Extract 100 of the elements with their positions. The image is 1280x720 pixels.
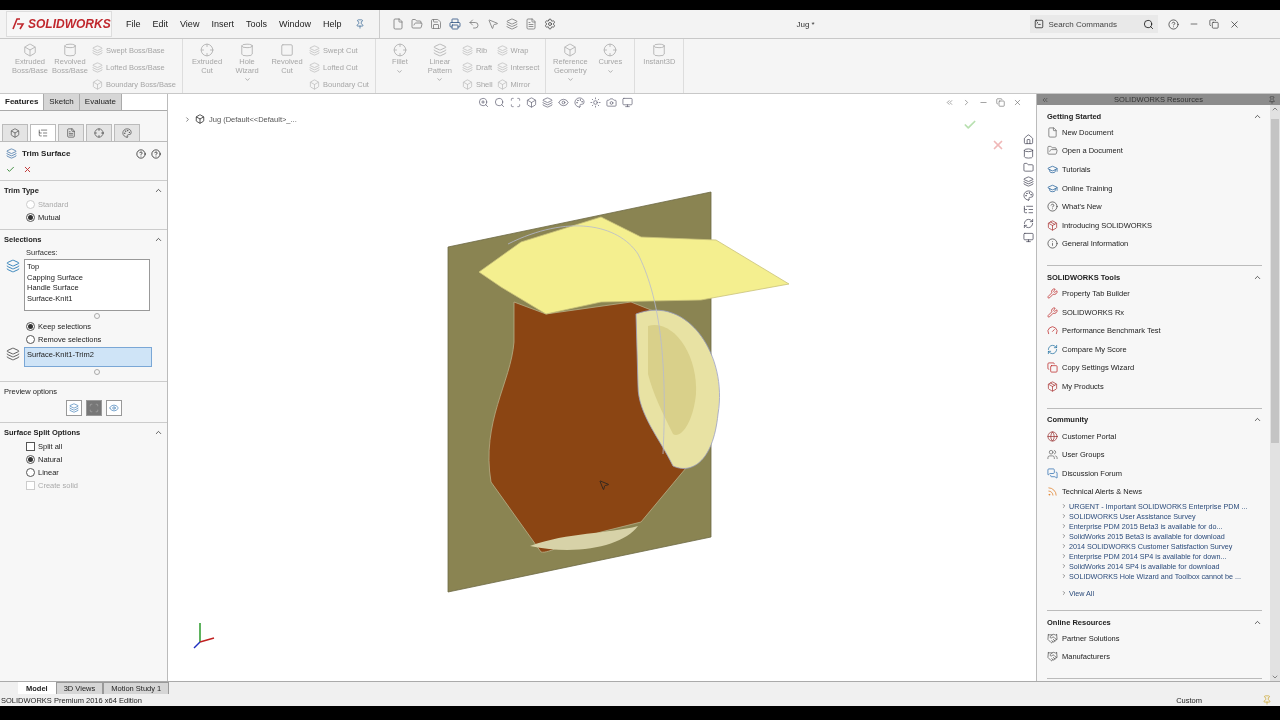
tab[interactable]: Evaluate [79,94,122,110]
open-icon[interactable] [411,18,424,30]
radio-button[interactable] [26,213,35,222]
view-orientation-icon[interactable] [526,97,537,108]
panel-tab[interactable] [2,124,28,141]
monitor-icon[interactable] [622,97,633,108]
task-pane-tab-icon[interactable] [1023,232,1034,243]
preview-icon [108,403,119,413]
folder-icon [1047,145,1058,157]
radio-button[interactable] [26,322,35,331]
restore-icon[interactable] [996,98,1005,107]
radio-button[interactable] [26,468,35,477]
tool-icon [1047,287,1058,299]
configuration-icon [66,128,76,138]
handshake-icon [1047,651,1058,663]
part-icon [92,44,103,56]
search-field[interactable]: Search Commands [1030,15,1159,33]
surface-icon [6,347,20,361]
package-icon [1047,219,1058,231]
preview-toggle[interactable] [85,400,102,416]
menu-item[interactable]: View [174,19,206,29]
section-view-icon[interactable] [510,97,521,108]
menu-item[interactable]: Edit [146,19,175,29]
gauge-icon [1047,325,1058,337]
tab[interactable]: Sketch [44,94,80,110]
part-icon [309,78,321,90]
cursor-icon [598,479,610,491]
part-icon [496,44,508,56]
restore-icon[interactable] [1209,19,1220,29]
close-icon[interactable] [1229,18,1241,30]
cancel-icon[interactable] [23,165,32,174]
radio-button[interactable] [26,335,35,344]
tile-right-icon[interactable] [962,98,971,107]
menu-item[interactable]: Tools [239,19,273,29]
preview-icon [88,403,99,413]
info-icon [1047,238,1058,250]
part-icon [195,114,205,124]
menu-item[interactable]: Help [316,19,348,29]
file-properties-icon[interactable] [525,18,538,30]
caret-icon [436,76,444,83]
hide-show-icon[interactable] [558,97,569,108]
menu-item[interactable]: Window [272,19,317,29]
caret-icon [243,76,251,83]
tile-left-icon[interactable] [945,98,954,107]
part-icon [652,43,667,57]
refresh-icon [1047,343,1058,355]
menu-item[interactable]: Insert [205,19,240,29]
tool-icon [1047,306,1058,318]
document-title: Jug * [796,19,816,29]
part-icon [392,43,407,57]
zoom-icon[interactable] [478,97,489,108]
part-icon [92,61,103,73]
task-pane-tab-icon[interactable] [1023,162,1034,173]
display-style-icon[interactable] [542,97,553,108]
part-icon [432,43,447,57]
checkbox[interactable] [26,442,35,451]
zoom-area-icon[interactable] [494,97,505,108]
ok-icon[interactable] [6,165,15,174]
preview-toggle[interactable] [65,400,82,416]
task-pane-tab-icon[interactable] [1023,204,1034,215]
caret-icon [566,76,574,83]
save-icon[interactable] [430,18,443,30]
undo-icon[interactable] [468,18,481,30]
task-pane-tab-icon[interactable] [1023,176,1034,187]
panel-tab[interactable] [30,124,56,141]
print-icon[interactable] [449,18,462,30]
panel-tab[interactable] [58,124,84,141]
preview-icon [68,403,79,413]
scene-icon[interactable] [590,97,601,108]
panel-tab[interactable] [86,124,112,141]
new-icon[interactable] [392,18,405,30]
scroll-down-icon [1271,673,1279,681]
settings-icon[interactable] [544,18,557,30]
terminal-icon [1034,19,1045,29]
task-pane-tab-icon[interactable] [1023,218,1034,229]
help-icon[interactable] [136,148,146,159]
menu-item[interactable]: File [120,19,147,29]
task-pane-tab-icon[interactable] [1023,190,1034,201]
appearance-icon[interactable] [574,97,585,108]
graduation-cap-icon [1047,164,1058,175]
panel-tab[interactable] [114,124,140,141]
preview-toggle[interactable] [105,400,122,416]
help-icon[interactable] [151,148,161,159]
help-icon[interactable] [1168,18,1180,30]
part-icon [563,43,578,57]
expand-icon[interactable] [184,115,191,123]
pin-icon[interactable] [355,19,366,29]
globe-icon [1047,430,1058,442]
pin-icon[interactable] [1268,95,1276,104]
task-pane-tab-icon[interactable] [1023,148,1034,159]
users-icon [1047,449,1058,461]
close-icon[interactable] [1013,98,1022,107]
select-icon[interactable] [487,18,500,30]
collapse-icon[interactable] [1041,95,1049,104]
task-pane-tab-icon[interactable] [1023,134,1034,145]
part-icon [461,78,473,90]
radio-button[interactable] [26,455,35,464]
scrollbar[interactable] [1270,105,1280,681]
camera-icon[interactable] [606,97,617,108]
package-icon [1047,380,1058,392]
